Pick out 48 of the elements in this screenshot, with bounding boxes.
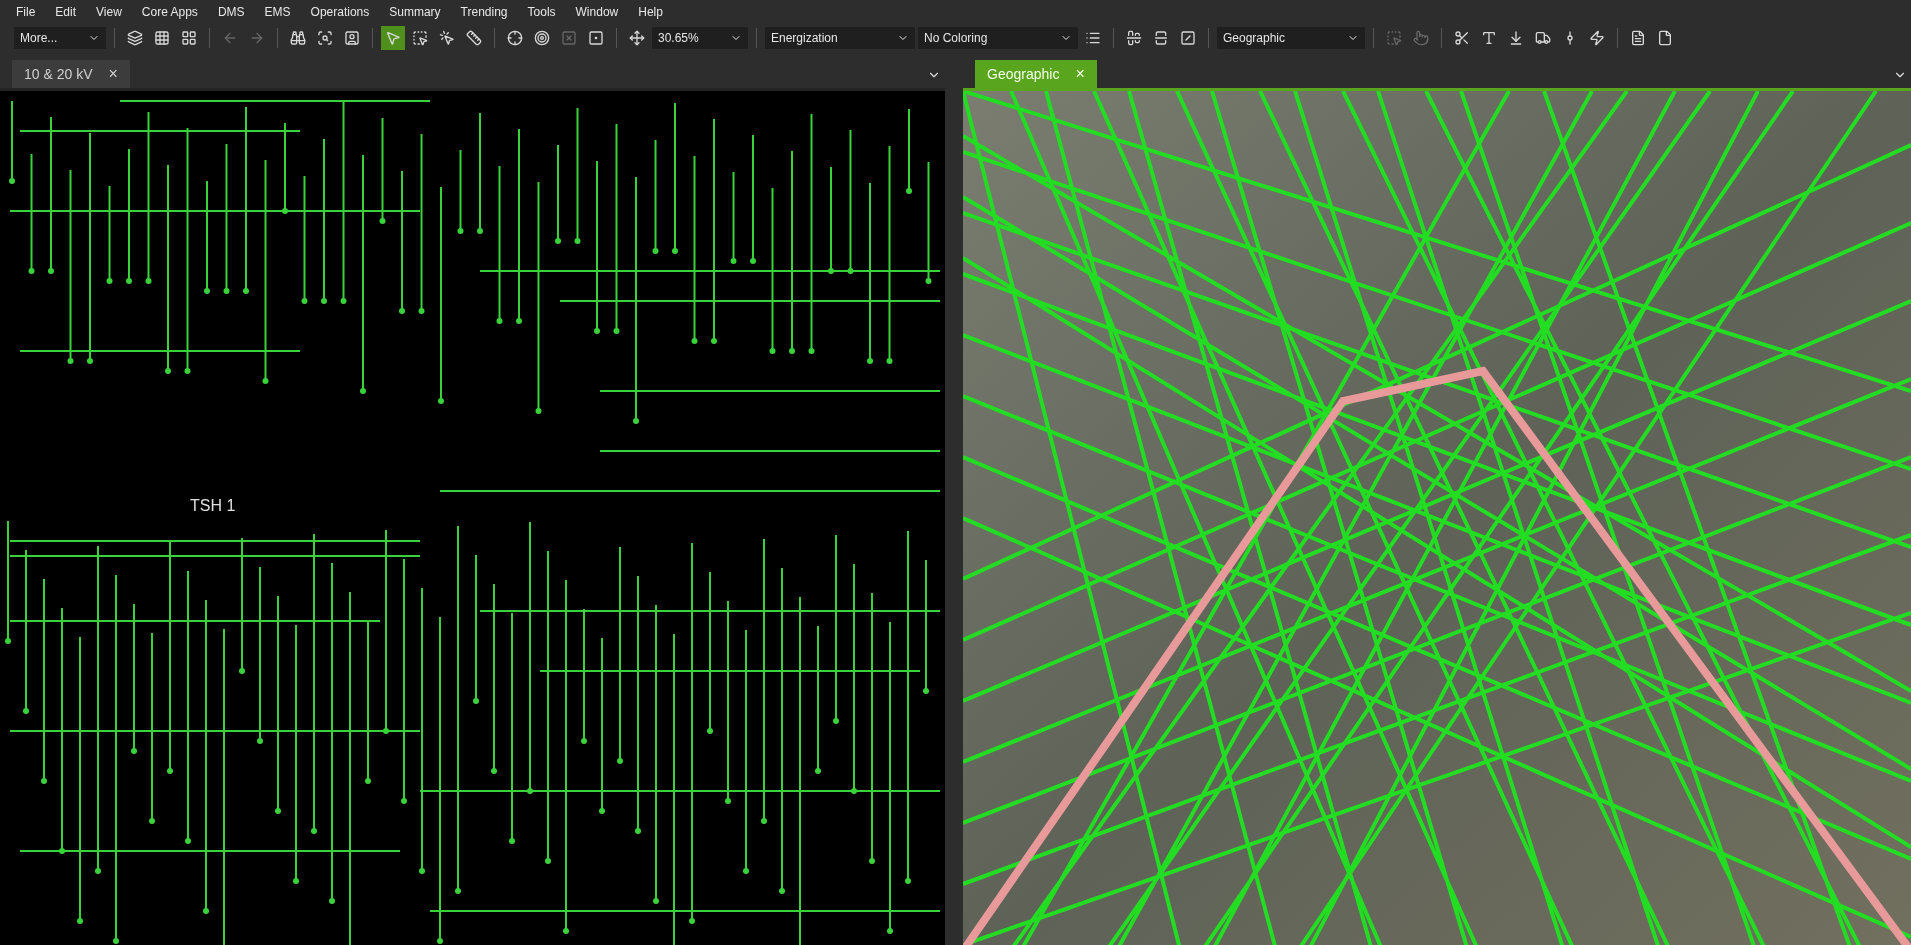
layers-icon — [127, 30, 143, 46]
dropdown[interactable]: No Coloring — [918, 27, 1078, 49]
menu-item[interactable]: Operations — [300, 4, 380, 19]
user-icon — [344, 30, 360, 46]
dropdown[interactable]: Geographic — [1217, 27, 1365, 49]
grid-icon — [154, 30, 170, 46]
search-icon — [317, 30, 333, 46]
dropdown[interactable]: 30.65% — [652, 27, 748, 49]
dropdown[interactable]: Energization — [765, 27, 915, 49]
text-cursor-icon — [1481, 30, 1497, 46]
close-button[interactable]: × — [108, 65, 118, 83]
align-icon — [1126, 30, 1142, 46]
grid-icon — [181, 30, 197, 46]
menu-item[interactable]: Edit — [45, 4, 87, 19]
menu-item[interactable]: Window — [565, 4, 629, 19]
target-icon — [534, 30, 550, 46]
tab-label: Geographic — [987, 66, 1060, 82]
menu-item[interactable]: DMS — [207, 4, 255, 19]
menu-item[interactable]: Help — [628, 4, 673, 19]
menu-item[interactable]: File — [6, 4, 46, 19]
document-tab[interactable]: 10 & 20 kV × — [12, 60, 130, 88]
pointer-click-icon — [439, 30, 455, 46]
tab-label: 10 & 20 kV — [24, 66, 93, 82]
menu-item[interactable]: Trending — [450, 4, 518, 19]
dropdown[interactable]: More... — [14, 27, 106, 49]
square-x-icon — [561, 30, 577, 46]
pointer-icon — [385, 30, 401, 46]
move-icon — [629, 30, 645, 46]
ruler-icon — [466, 30, 482, 46]
menu-item[interactable]: EMS — [254, 4, 301, 19]
select-region-icon — [1386, 30, 1402, 46]
menu-item[interactable]: View — [86, 4, 132, 19]
binoculars-icon — [290, 30, 306, 46]
document-icon — [1630, 30, 1646, 46]
menu-item[interactable]: Tools — [517, 4, 566, 19]
lightning-icon — [1589, 30, 1605, 46]
truck-icon — [1535, 30, 1551, 46]
forward-arrow-icon — [249, 30, 265, 46]
select-region-icon — [412, 30, 428, 46]
hand-pointer-icon — [1413, 30, 1429, 46]
file-icon — [1657, 30, 1673, 46]
square-slash-icon — [1180, 30, 1196, 46]
scissors-icon — [1454, 30, 1470, 46]
menu-item[interactable]: Core Apps — [131, 4, 208, 19]
menu-item[interactable]: Summary — [379, 4, 451, 19]
bus-label: TSH 1 — [190, 497, 236, 514]
crosshair-icon — [507, 30, 523, 46]
list-icon — [1085, 30, 1101, 46]
